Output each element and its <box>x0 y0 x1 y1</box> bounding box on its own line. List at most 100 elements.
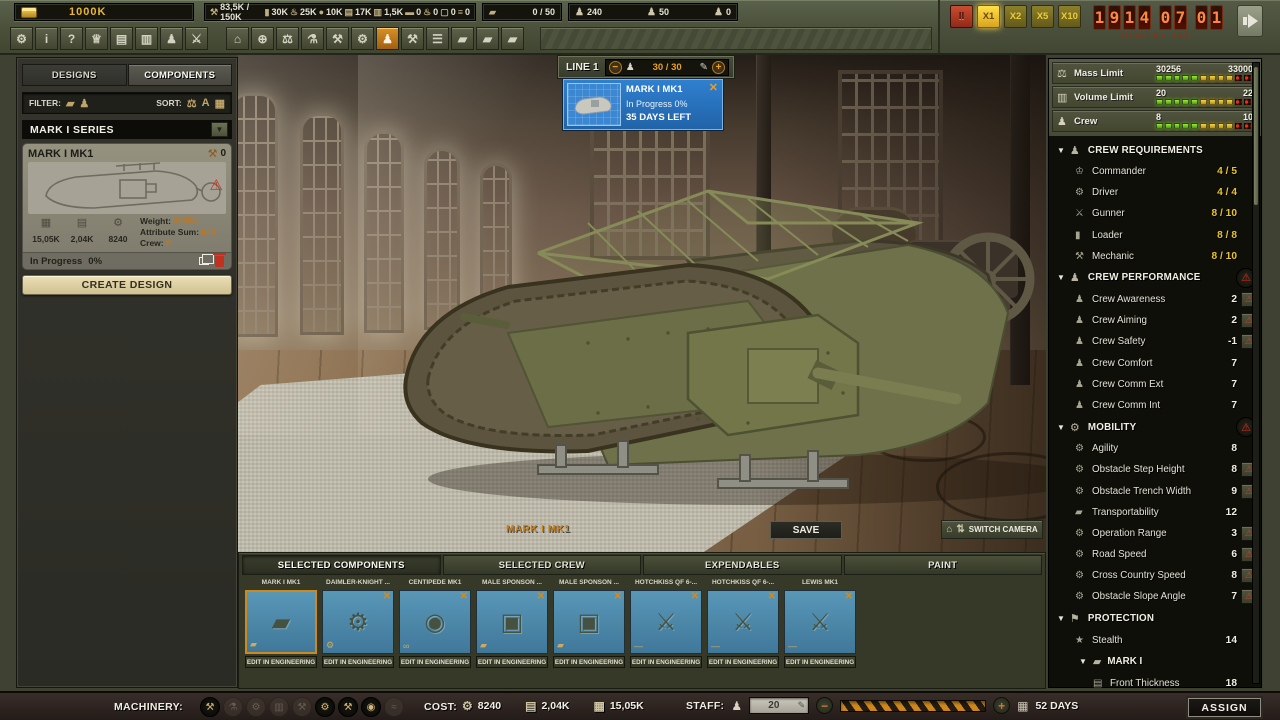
component-card-daimler-knight[interactable]: DAIMLER-KNIGHT ... ✕ ⚙ ⚙ EDIT IN ENGINEE… <box>322 579 394 668</box>
remove-component-icon[interactable]: ✕ <box>691 591 699 602</box>
toolbar-design-studio-button[interactable]: ♟ <box>376 27 399 50</box>
filter-type-icon[interactable]: ▰ <box>66 97 74 110</box>
duplicate-design-button[interactable] <box>199 257 209 265</box>
toolbar-world-map-button[interactable]: ⊕ <box>251 27 274 50</box>
toolbar-tank-add-button[interactable]: ▰ <box>476 27 499 50</box>
save-button[interactable]: SAVE <box>770 521 842 539</box>
machine-drill-press-icon[interactable]: ⚗ <box>223 697 243 717</box>
staff-count-input[interactable]: 20 ✎ <box>749 697 809 714</box>
toolbar-help-button[interactable]: ? <box>60 27 83 50</box>
component-image[interactable]: ✕ ◉ ∞ <box>399 590 471 654</box>
toolbar-settings-button[interactable]: ⚙ <box>10 27 33 50</box>
machine-wheel-icon[interactable]: ◉ <box>361 697 381 717</box>
toolbar-military-button[interactable]: ⚔ <box>185 27 208 50</box>
series-header[interactable]: MARK I SERIES ▼ <box>22 120 232 139</box>
machine-press-icon[interactable]: ⚙ <box>315 697 335 717</box>
component-card-hotchkiss-qf-6[interactable]: HOTCHKISS QF 6-... ✕ ⚔ — EDIT IN ENGINEE… <box>630 579 702 668</box>
toolbar-reports-button[interactable]: ▥ <box>135 27 158 50</box>
chevron-down-icon[interactable]: ▼ <box>1079 657 1087 666</box>
create-design-button[interactable]: CREATE DESIGN <box>22 275 232 295</box>
edit-in-engineering-button[interactable]: EDIT IN ENGINEERING <box>476 656 548 668</box>
tab-components[interactable]: COMPONENTS <box>128 64 233 86</box>
section-protection[interactable]: ▼ ⚑ PROTECTION <box>1049 608 1261 630</box>
tab-selected-crew[interactable]: SELECTED CREW <box>443 555 642 575</box>
toolbar-newspaper-button[interactable]: ▤ <box>110 27 133 50</box>
toolbar-components-button[interactable]: ☰ <box>426 27 449 50</box>
component-image[interactable]: ✕ ▣ ▰ <box>476 590 548 654</box>
component-image[interactable]: ▰ ▰ <box>245 590 317 654</box>
speed-x1-button[interactable]: X1 <box>977 5 1000 28</box>
toolbar-market-button[interactable]: ⚖ <box>276 27 299 50</box>
line-production-tooltip[interactable]: MARK I MK1 In Progress 0% 35 DAYS LEFT ✕ <box>563 79 723 130</box>
section-crew-performance[interactable]: ▼ ♟ CREW PERFORMANCE ⚠ <box>1049 267 1261 289</box>
edit-in-engineering-button[interactable]: EDIT IN ENGINEERING <box>553 656 625 668</box>
remove-component-icon[interactable]: ✕ <box>614 591 622 602</box>
edit-in-engineering-button[interactable]: EDIT IN ENGINEERING <box>630 656 702 668</box>
speed-x10-button[interactable]: X10 <box>1058 5 1081 28</box>
sort-cost-icon[interactable]: ▦ <box>215 97 225 110</box>
edit-in-engineering-button[interactable]: EDIT IN ENGINEERING <box>707 656 779 668</box>
machine-drill-icon[interactable]: ⚒ <box>338 697 358 717</box>
increase-capacity-button[interactable]: + <box>712 61 725 74</box>
sort-alpha-icon[interactable]: A <box>202 97 210 110</box>
decrease-staff-button[interactable]: − <box>816 697 833 714</box>
speed-x2-button[interactable]: X2 <box>1004 5 1027 28</box>
component-card-male-sponson[interactable]: MALE SPONSON ... ✕ ▣ ▰ EDIT IN ENGINEERI… <box>476 579 548 668</box>
machine-grinder-icon[interactable]: ⚙ <box>246 697 266 717</box>
sort-weight-icon[interactable]: ⚖ <box>187 97 197 110</box>
edit-in-engineering-button[interactable]: EDIT IN ENGINEERING <box>245 656 317 668</box>
machine-saw-icon[interactable]: ≈ <box>384 697 404 717</box>
decrease-capacity-button[interactable]: − <box>609 61 622 74</box>
component-card-centipede-mk1[interactable]: CENTIPEDE MK1 ✕ ◉ ∞ EDIT IN ENGINEERING <box>399 579 471 668</box>
edit-in-engineering-button[interactable]: EDIT IN ENGINEERING <box>784 656 856 668</box>
announcements-button[interactable] <box>1237 5 1263 37</box>
speed-x5-button[interactable]: X5 <box>1031 5 1054 28</box>
component-card-mark-i-mk1[interactable]: MARK I MK1 ▰ ▰ EDIT IN ENGINEERING <box>245 579 317 668</box>
component-image[interactable]: ✕ ⚔ — <box>784 590 856 654</box>
machine-forge-icon[interactable]: ⚒ <box>292 697 312 717</box>
tab-selected-components[interactable]: SELECTED COMPONENTS <box>242 555 441 575</box>
section-mobility[interactable]: ▼ ⚙ MOBILITY ⚠ <box>1049 416 1261 438</box>
tab-expendables[interactable]: EXPENDABLES <box>643 555 842 575</box>
chevron-down-icon[interactable]: ▼ <box>1057 423 1065 432</box>
chevron-down-icon[interactable]: ▼ <box>211 122 228 137</box>
toolbar-info-button[interactable]: i <box>35 27 58 50</box>
toolbar-construction-button[interactable]: ⚒ <box>401 27 424 50</box>
remove-component-icon[interactable]: ✕ <box>845 591 853 602</box>
switch-camera-button[interactable]: ⌂ ⇅ SWITCH CAMERA <box>941 520 1043 539</box>
chevron-down-icon[interactable]: ▼ <box>1057 146 1065 155</box>
edit-pencil-icon[interactable]: ✎ <box>798 700 806 711</box>
machine-furnace-icon[interactable]: ▥ <box>269 697 289 717</box>
component-image[interactable]: ✕ ⚔ — <box>707 590 779 654</box>
section-crew-requirements[interactable]: ▼ ♟ CREW REQUIREMENTS <box>1049 139 1261 161</box>
toolbar-tank-park-button[interactable]: ▰ <box>451 27 474 50</box>
design-card[interactable]: MARK I MK1 ⚒ 0 ⚠ ▦ 15,05K <box>22 143 232 270</box>
tab-paint[interactable]: PAINT <box>844 555 1043 575</box>
increase-staff-button[interactable]: + <box>993 697 1010 714</box>
chevron-down-icon[interactable]: ▼ <box>1057 273 1065 282</box>
toolbar-factory-button[interactable]: ⌂ <box>226 27 249 50</box>
chevron-down-icon[interactable]: ▼ <box>1057 614 1065 623</box>
remove-component-icon[interactable]: ✕ <box>460 591 468 602</box>
toolbar-achievements-button[interactable]: ♕ <box>85 27 108 50</box>
edit-in-engineering-button[interactable]: EDIT IN ENGINEERING <box>322 656 394 668</box>
subsection-mark-i[interactable]: ▼ ▰ MARK I <box>1049 651 1261 673</box>
mark-i-tank-model[interactable] <box>388 183 1046 513</box>
toolbar-workshop-button[interactable]: ⚒ <box>326 27 349 50</box>
remove-component-icon[interactable]: ✕ <box>768 591 776 602</box>
component-image[interactable]: ✕ ▣ ▰ <box>553 590 625 654</box>
component-image[interactable]: ✕ ⚙ ⚙ <box>322 590 394 654</box>
remove-component-icon[interactable]: ✕ <box>383 591 391 602</box>
edit-in-engineering-button[interactable]: EDIT IN ENGINEERING <box>399 656 471 668</box>
remove-component-icon[interactable]: ✕ <box>537 591 545 602</box>
component-card-male-sponson[interactable]: MALE SPONSON ... ✕ ▣ ▰ EDIT IN ENGINEERI… <box>553 579 625 668</box>
scrollbar-thumb[interactable] <box>1254 67 1258 205</box>
pause-button[interactable]: II <box>950 5 973 28</box>
component-card-hotchkiss-qf-6[interactable]: HOTCHKISS QF 6-... ✕ ⚔ — EDIT IN ENGINEE… <box>707 579 779 668</box>
filter-crew-icon[interactable]: ♟ <box>79 97 89 110</box>
toolbar-personnel-button[interactable]: ♟ <box>160 27 183 50</box>
delete-design-button[interactable] <box>215 256 224 267</box>
machine-lathe-icon[interactable]: ⚒ <box>200 697 220 717</box>
tab-designs[interactable]: DESIGNS <box>22 64 127 86</box>
close-icon[interactable]: ✕ <box>709 81 718 94</box>
